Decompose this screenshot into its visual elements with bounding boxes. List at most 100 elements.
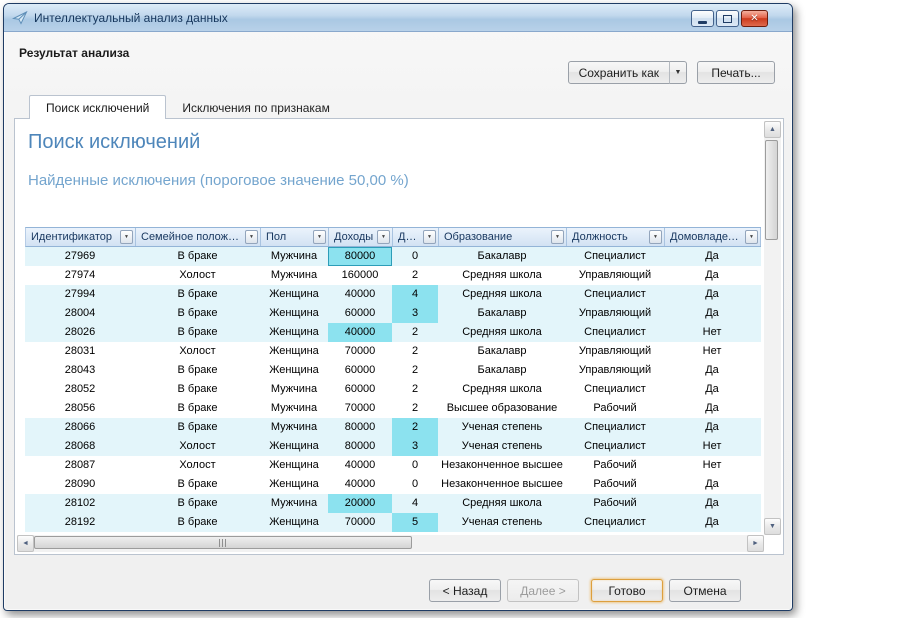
minimize-button[interactable] bbox=[691, 10, 714, 27]
table-cell[interactable]: Незаконченное высшее bbox=[438, 475, 566, 494]
column-filter-button[interactable]: ▼ bbox=[745, 230, 758, 244]
finish-button[interactable]: Готово bbox=[591, 579, 663, 602]
table-cell[interactable]: В браке bbox=[135, 494, 260, 513]
table-cell[interactable]: Мужчина bbox=[260, 418, 328, 437]
cancel-button[interactable]: Отмена bbox=[669, 579, 741, 602]
table-cell[interactable]: 0 bbox=[392, 456, 438, 475]
table-row[interactable]: 28004В бракеЖенщина600003БакалаврУправля… bbox=[25, 304, 761, 323]
table-cell[interactable]: Да bbox=[664, 247, 760, 266]
tab-exceptions-by-attribute[interactable]: Исключения по признакам bbox=[166, 95, 345, 119]
table-cell[interactable]: Да bbox=[664, 361, 760, 380]
vertical-scrollbar[interactable]: ▲ ▼ bbox=[764, 121, 781, 535]
table-cell[interactable]: Средняя школа bbox=[438, 380, 566, 399]
column-filter-button[interactable]: ▼ bbox=[649, 230, 662, 244]
column-filter-button[interactable]: ▼ bbox=[551, 230, 564, 244]
table-cell[interactable]: 28056 bbox=[25, 399, 135, 418]
table-cell[interactable]: Рабочий bbox=[566, 456, 664, 475]
table-cell[interactable]: 60000 bbox=[328, 304, 392, 323]
table-cell[interactable]: Бакалавр bbox=[438, 304, 566, 323]
table-cell[interactable]: 5 bbox=[392, 513, 438, 532]
table-cell[interactable]: Холост bbox=[135, 437, 260, 456]
table-cell[interactable]: Мужчина bbox=[260, 494, 328, 513]
table-row[interactable]: 27969В бракеМужчина800000БакалаврСпециал… bbox=[25, 247, 761, 266]
table-cell[interactable]: Средняя школа bbox=[438, 494, 566, 513]
table-cell[interactable]: Высшее образование bbox=[438, 399, 566, 418]
table-cell[interactable]: Мужчина bbox=[260, 266, 328, 285]
column-filter-button[interactable]: ▼ bbox=[313, 230, 326, 244]
table-cell[interactable]: Мужчина bbox=[260, 380, 328, 399]
table-cell[interactable]: Да bbox=[664, 285, 760, 304]
column-filter-button[interactable]: ▼ bbox=[120, 230, 133, 244]
table-cell[interactable]: 40000 bbox=[328, 456, 392, 475]
table-cell[interactable]: Женщина bbox=[260, 513, 328, 532]
table-cell[interactable]: 2 bbox=[392, 323, 438, 342]
maximize-button[interactable] bbox=[716, 10, 739, 27]
table-cell[interactable]: Да bbox=[664, 266, 760, 285]
table-cell[interactable]: Управляющий bbox=[566, 304, 664, 323]
table-cell[interactable]: Женщина bbox=[260, 437, 328, 456]
table-cell[interactable]: 28043 bbox=[25, 361, 135, 380]
table-cell[interactable]: 2 bbox=[392, 361, 438, 380]
table-cell[interactable]: 0 bbox=[392, 475, 438, 494]
table-cell[interactable]: 27994 bbox=[25, 285, 135, 304]
save-as-button[interactable]: Сохранить как bbox=[568, 61, 670, 84]
table-cell[interactable]: 28031 bbox=[25, 342, 135, 361]
table-cell[interactable]: Нет bbox=[664, 456, 760, 475]
table-cell[interactable]: Мужчина bbox=[260, 399, 328, 418]
table-cell[interactable]: Специалист bbox=[566, 418, 664, 437]
table-cell[interactable]: Специалист bbox=[566, 437, 664, 456]
table-cell[interactable]: 2 bbox=[392, 399, 438, 418]
table-cell[interactable]: В браке bbox=[135, 399, 260, 418]
scroll-down-button[interactable]: ▼ bbox=[764, 518, 781, 535]
table-row[interactable]: 28052В бракеМужчина600002Средняя школаСп… bbox=[25, 380, 761, 399]
table-cell[interactable]: 3 bbox=[392, 437, 438, 456]
table-cell[interactable]: Женщина bbox=[260, 342, 328, 361]
table-cell[interactable]: Женщина bbox=[260, 285, 328, 304]
table-row[interactable]: 28068ХолостЖенщина800003Ученая степеньСп… bbox=[25, 437, 761, 456]
table-cell[interactable]: 40000 bbox=[328, 475, 392, 494]
vertical-scroll-track[interactable] bbox=[764, 138, 781, 518]
table-row[interactable]: 27994В бракеЖенщина400004Средняя школаСп… bbox=[25, 285, 761, 304]
table-cell[interactable]: Да bbox=[664, 513, 760, 532]
back-button[interactable]: < Назад bbox=[429, 579, 501, 602]
table-cell[interactable]: 28004 bbox=[25, 304, 135, 323]
table-cell[interactable]: 28090 bbox=[25, 475, 135, 494]
table-cell[interactable]: 2 bbox=[392, 418, 438, 437]
table-cell[interactable]: Специалист bbox=[566, 285, 664, 304]
table-cell[interactable]: В браке bbox=[135, 475, 260, 494]
table-cell[interactable]: 80000 bbox=[328, 437, 392, 456]
table-row[interactable]: 28066В бракеМужчина800002Ученая степеньС… bbox=[25, 418, 761, 437]
table-cell[interactable]: Да bbox=[664, 304, 760, 323]
table-cell[interactable]: 2 bbox=[392, 380, 438, 399]
table-row[interactable]: 28090В бракеЖенщина400000Незаконченное в… bbox=[25, 475, 761, 494]
table-cell[interactable]: 60000 bbox=[328, 380, 392, 399]
table-cell[interactable]: 0 bbox=[392, 247, 438, 266]
table-cell[interactable]: Управляющий bbox=[566, 361, 664, 380]
scroll-left-button[interactable]: ◄ bbox=[17, 535, 34, 552]
table-cell[interactable]: Бакалавр bbox=[438, 247, 566, 266]
table-cell[interactable]: Женщина bbox=[260, 456, 328, 475]
table-cell[interactable]: Рабочий bbox=[566, 475, 664, 494]
table-cell[interactable]: 28087 bbox=[25, 456, 135, 475]
table-cell[interactable]: Ученая степень bbox=[438, 418, 566, 437]
table-cell[interactable]: Холост bbox=[135, 456, 260, 475]
table-cell[interactable]: 60000 bbox=[328, 361, 392, 380]
table-cell[interactable]: Ученая степень bbox=[438, 513, 566, 532]
table-cell[interactable]: Ученая степень bbox=[438, 437, 566, 456]
table-cell[interactable]: 70000 bbox=[328, 399, 392, 418]
table-row[interactable]: 28087ХолостЖенщина400000Незаконченное вы… bbox=[25, 456, 761, 475]
column-filter-button[interactable]: ▼ bbox=[423, 230, 436, 244]
table-cell[interactable]: 28052 bbox=[25, 380, 135, 399]
table-cell[interactable]: 2 bbox=[392, 342, 438, 361]
table-cell[interactable]: Нет bbox=[664, 342, 760, 361]
table-cell[interactable]: Женщина bbox=[260, 323, 328, 342]
table-cell[interactable]: 28068 bbox=[25, 437, 135, 456]
titlebar[interactable]: Интеллектуальный анализ данных ✕ bbox=[4, 4, 792, 32]
table-cell[interactable]: Специалист bbox=[566, 513, 664, 532]
scroll-right-button[interactable]: ► bbox=[747, 535, 764, 552]
table-cell[interactable]: В браке bbox=[135, 418, 260, 437]
table-cell[interactable]: Рабочий bbox=[566, 399, 664, 418]
table-cell[interactable]: Специалист bbox=[566, 323, 664, 342]
table-cell[interactable]: Да bbox=[664, 380, 760, 399]
table-cell[interactable]: 28102 bbox=[25, 494, 135, 513]
